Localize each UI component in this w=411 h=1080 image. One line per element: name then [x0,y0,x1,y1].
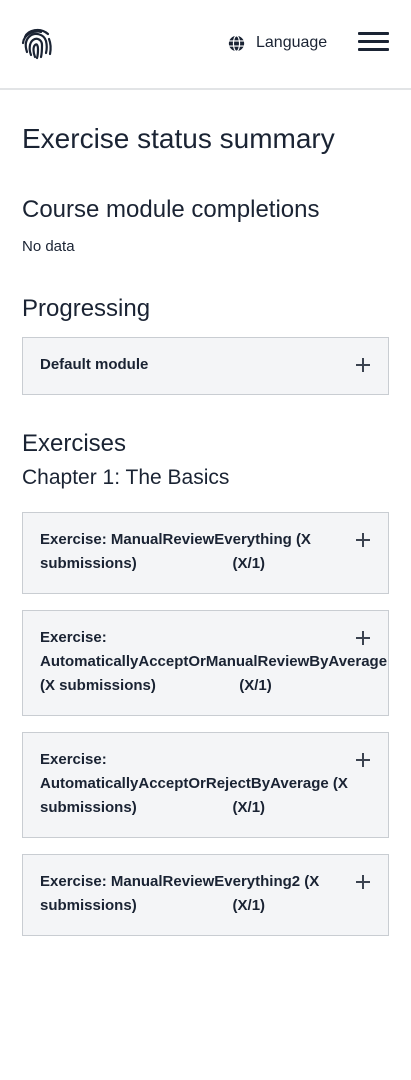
plus-icon[interactable] [356,753,370,767]
exercise-accordion-title: Exercise: AutomaticallyAcceptOrRejectByA… [40,748,370,820]
exercise-accordion-title: Exercise: ManualReviewEverything2 (X sub… [40,870,370,918]
completions-empty-text: No data [22,238,75,255]
language-button[interactable]: Language [228,32,327,54]
exercise-accordion-title: Exercise: ManualReviewEverything (X subm… [40,528,370,576]
exercise-title-line: (X submissions) (X/1) [40,677,272,694]
module-accordion-title: Default module [40,356,149,373]
plus-icon[interactable] [356,533,370,547]
module-accordion-default[interactable]: Default module [22,337,389,395]
exercise-accordion[interactable]: Exercise: AutomaticallyAcceptOrRejectByA… [22,732,389,838]
completions-heading: Course module completions [22,196,320,223]
plus-icon[interactable] [356,631,370,645]
exercise-accordion[interactable]: Exercise: ManualReviewEverything2 (X sub… [22,854,389,936]
page-title: Exercise status summary [22,123,335,154]
exercise-title-line: Exercise: ManualReviewEverything (X [40,531,311,548]
progressing-heading: Progressing [22,295,151,322]
exercises-heading: Exercises [22,430,127,457]
fingerprint-icon[interactable] [20,26,54,60]
exercise-accordion[interactable]: Exercise: ManualReviewEverything (X subm… [22,512,389,594]
exercise-title-line: Exercise: ManualReviewEverything2 (X [40,873,320,890]
plus-icon[interactable] [356,875,370,889]
top-navigation-bar: Language [0,0,411,90]
exercise-title-line: Exercise: [40,751,107,768]
exercise-title-line: Exercise: [40,629,107,646]
globe-icon [228,34,245,52]
exercise-title-line: AutomaticallyAcceptOrManualReviewByAvera… [40,653,388,670]
plus-icon[interactable] [356,358,370,372]
exercise-title-line: submissions) (X/1) [40,555,266,572]
exercise-title-line: submissions) (X/1) [40,897,266,914]
exercise-accordion[interactable]: Exercise: AutomaticallyAcceptOrManualRev… [22,610,389,716]
language-label: Language [256,34,328,51]
exercise-title-line: AutomaticallyAcceptOrRejectByAverage (X [40,775,348,792]
chapter-title: Chapter 1: The Basics [22,466,230,489]
exercise-accordion-title: Exercise: AutomaticallyAcceptOrManualRev… [40,626,400,698]
exercise-title-line: submissions) (X/1) [40,799,266,816]
hamburger-menu-icon[interactable] [358,32,390,52]
